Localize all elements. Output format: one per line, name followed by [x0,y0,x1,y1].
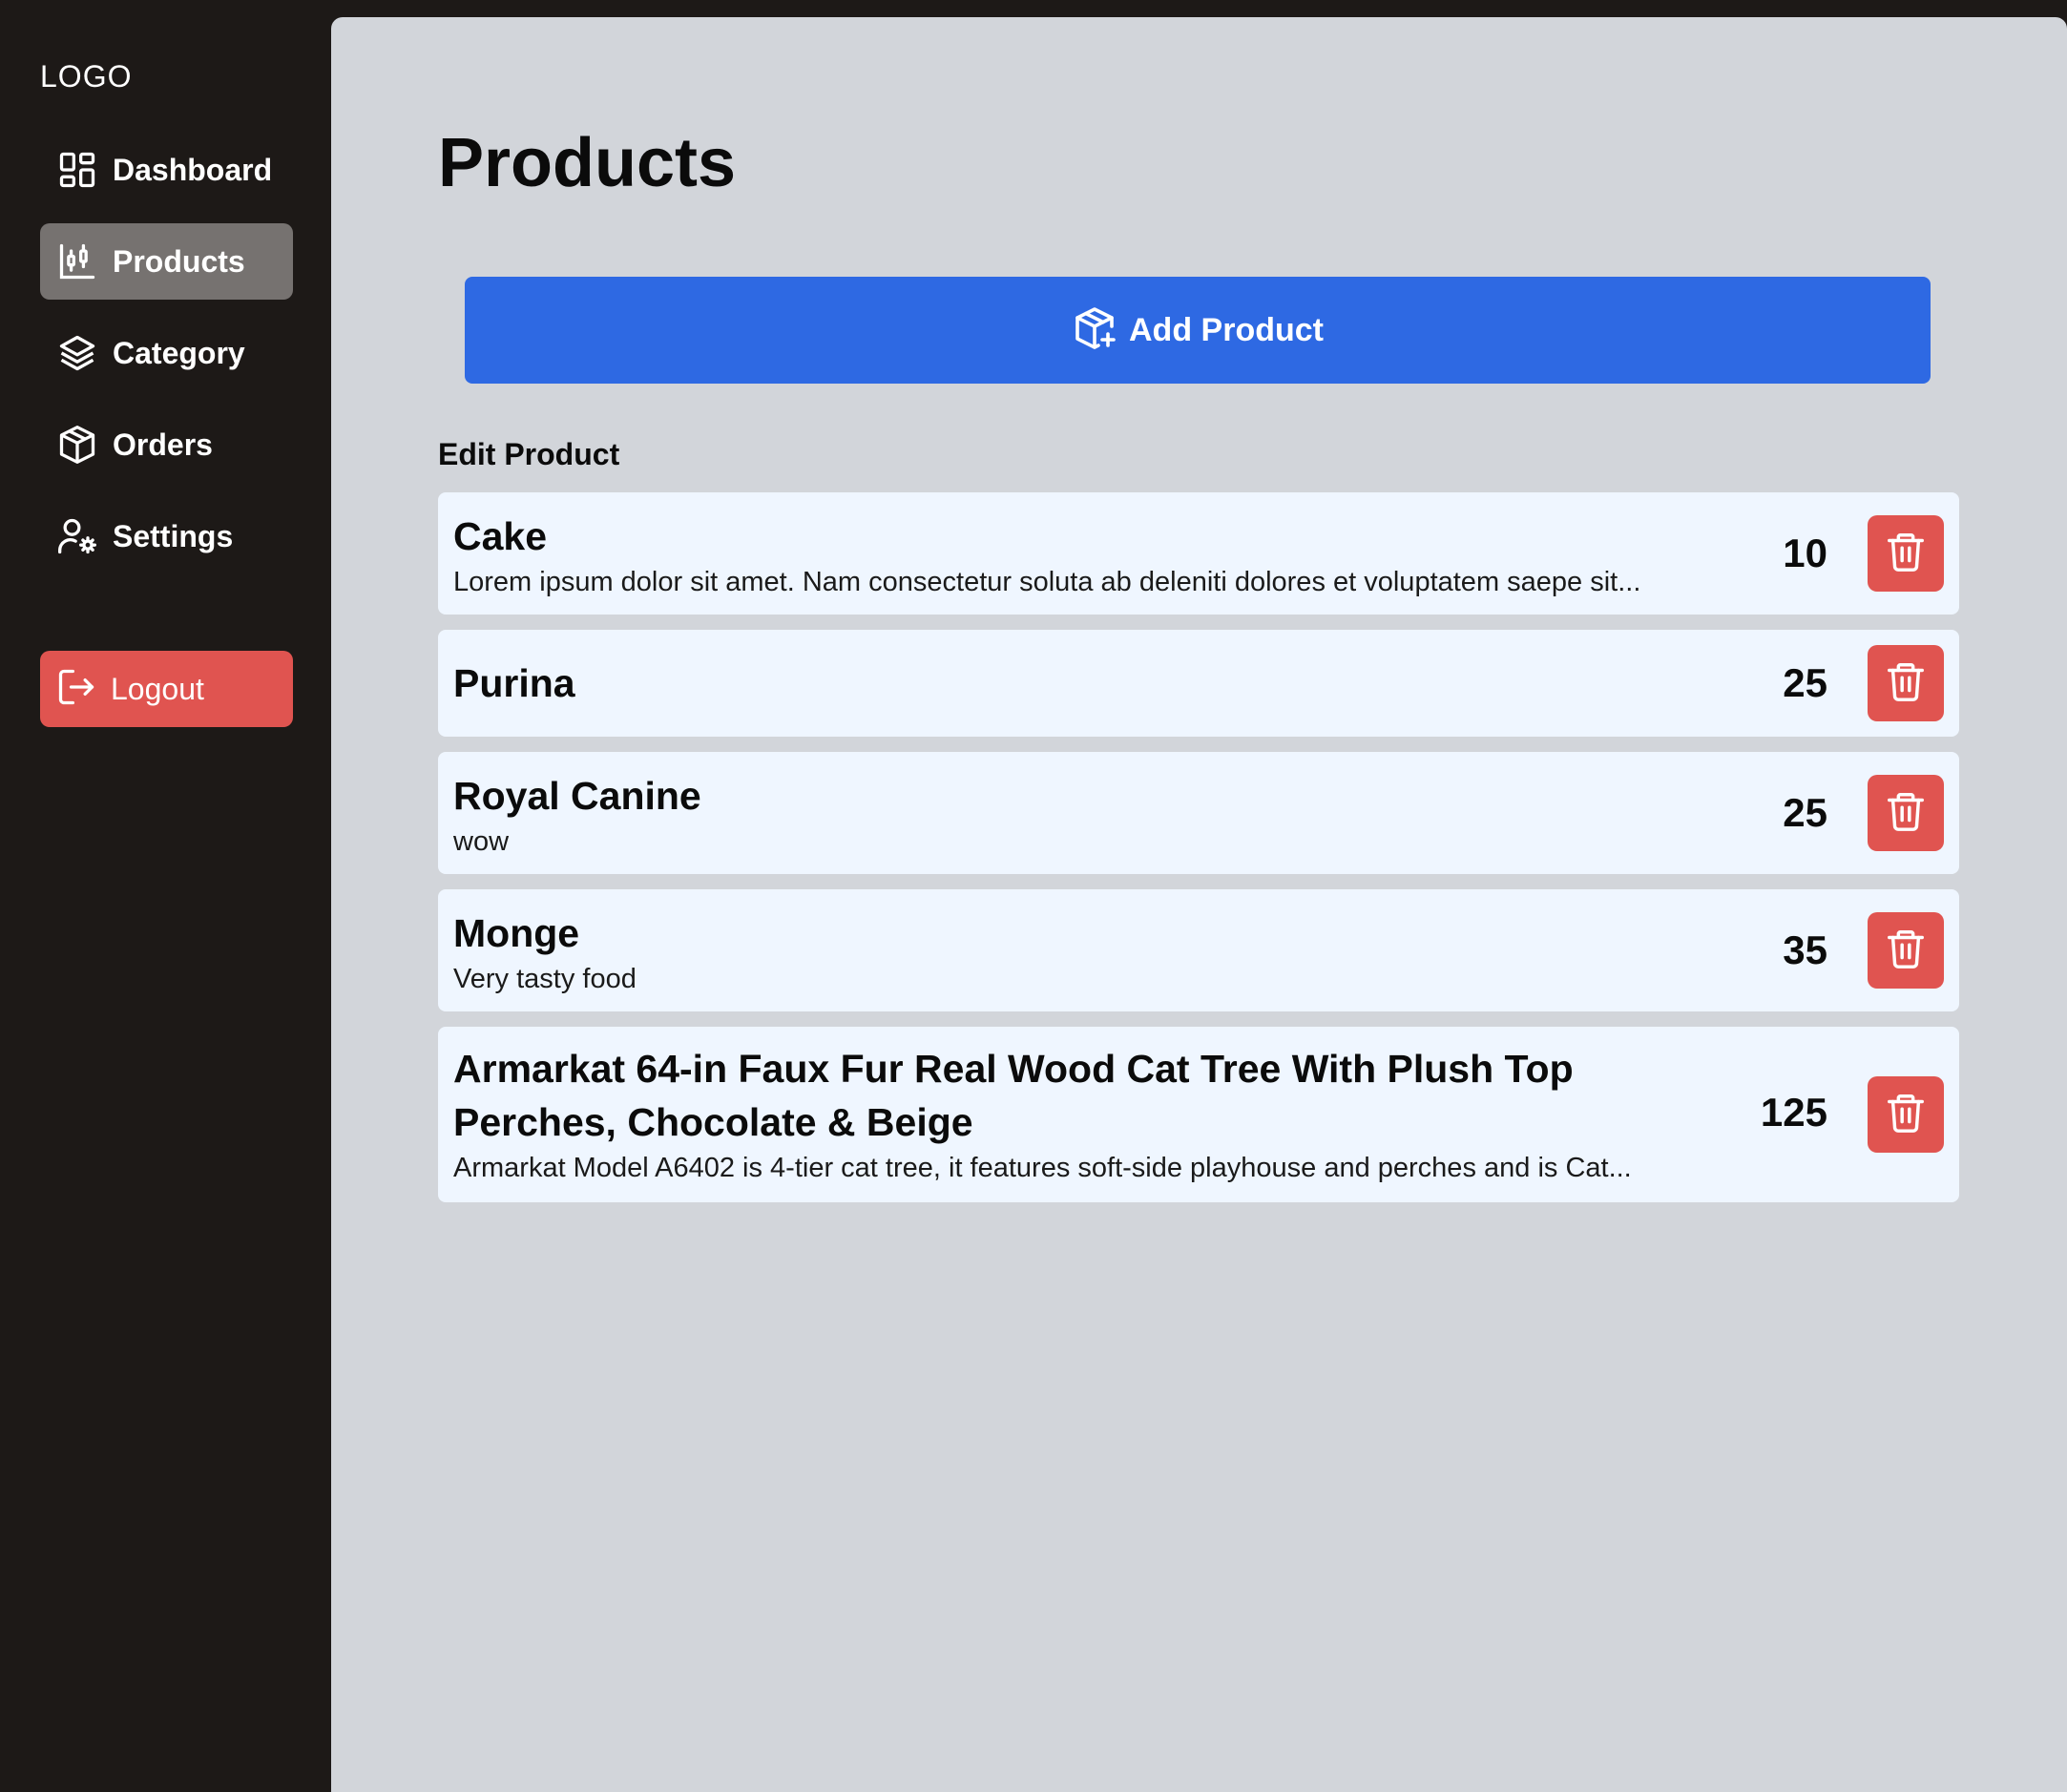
sidebar-item-label: Products [113,243,245,279]
product-card[interactable]: Armarkat 64-in Faux Fur Real Wood Cat Tr… [438,1027,1959,1202]
delete-button[interactable] [1868,515,1944,592]
trash-icon [1884,659,1928,708]
trash-icon [1884,1091,1928,1139]
product-quantity: 125 [1760,1090,1827,1135]
sidebar-item-label: Settings [113,518,234,553]
sidebar-item-settings[interactable]: Settings [40,498,293,574]
logout-icon [55,666,97,713]
package-plus-icon [1072,305,1117,356]
product-quantity: 35 [1783,927,1827,972]
product-card[interactable]: Monge Very tasty food 35 [438,889,1959,1011]
product-name: Monge [453,911,580,955]
add-product-label: Add Product [1129,311,1324,348]
product-description: Armarkat Model A6402 is 4-tier cat tree,… [453,1153,1632,1183]
product-card[interactable]: Purina 25 [438,630,1959,737]
product-quantity: 10 [1783,531,1827,575]
product-name: Purina [453,661,575,705]
add-product-button[interactable]: Add Product [465,277,1931,384]
sidebar-item-category[interactable]: Category [40,315,293,391]
sidebar: LOGO Dashboard Products Category Orders … [0,0,331,1792]
logo: LOGO [40,59,133,94]
delete-button[interactable] [1868,775,1944,851]
package-icon [55,423,99,467]
section-label: Edit Product [438,437,620,471]
sidebar-item-label: Orders [113,427,213,462]
sidebar-item-dashboard[interactable]: Dashboard [40,132,293,208]
delete-button[interactable] [1868,645,1944,721]
product-description: Very tasty food [453,964,637,994]
sidebar-item-products[interactable]: Products [40,223,293,300]
product-quantity: 25 [1783,790,1827,835]
product-name: Royal Canine [453,774,701,818]
product-list: Cake Lorem ipsum dolor sit amet. Nam con… [438,492,1959,1218]
trash-icon [1884,789,1928,838]
delete-button[interactable] [1868,1076,1944,1153]
logout-button[interactable]: Logout [40,651,293,727]
user-settings-icon [55,514,99,558]
page-title: Products [438,125,737,201]
sidebar-item-label: Dashboard [113,152,273,187]
product-name: Cake [453,514,548,558]
product-card[interactable]: Royal Canine wow 25 [438,752,1959,874]
product-card[interactable]: Cake Lorem ipsum dolor sit amet. Nam con… [438,492,1959,615]
main-content: Products Add Product Edit Product Cake L… [331,17,2067,1792]
product-description: Lorem ipsum dolor sit amet. Nam consecte… [453,567,1641,597]
delete-button[interactable] [1868,912,1944,989]
dashboard-icon [55,148,99,192]
layers-icon [55,331,99,375]
chart-candlestick-icon [55,240,99,283]
trash-icon [1884,927,1928,975]
trash-icon [1884,530,1928,578]
logout-label: Logout [111,671,204,706]
product-quantity: 25 [1783,660,1827,705]
sidebar-item-label: Category [113,335,245,370]
sidebar-item-orders[interactable]: Orders [40,406,293,483]
app-root: LOGO Dashboard Products Category Orders … [0,0,2067,1792]
product-name: Armarkat 64-in Faux Fur Real Wood Cat Tr… [453,1047,1574,1144]
product-description: wow [453,826,510,857]
